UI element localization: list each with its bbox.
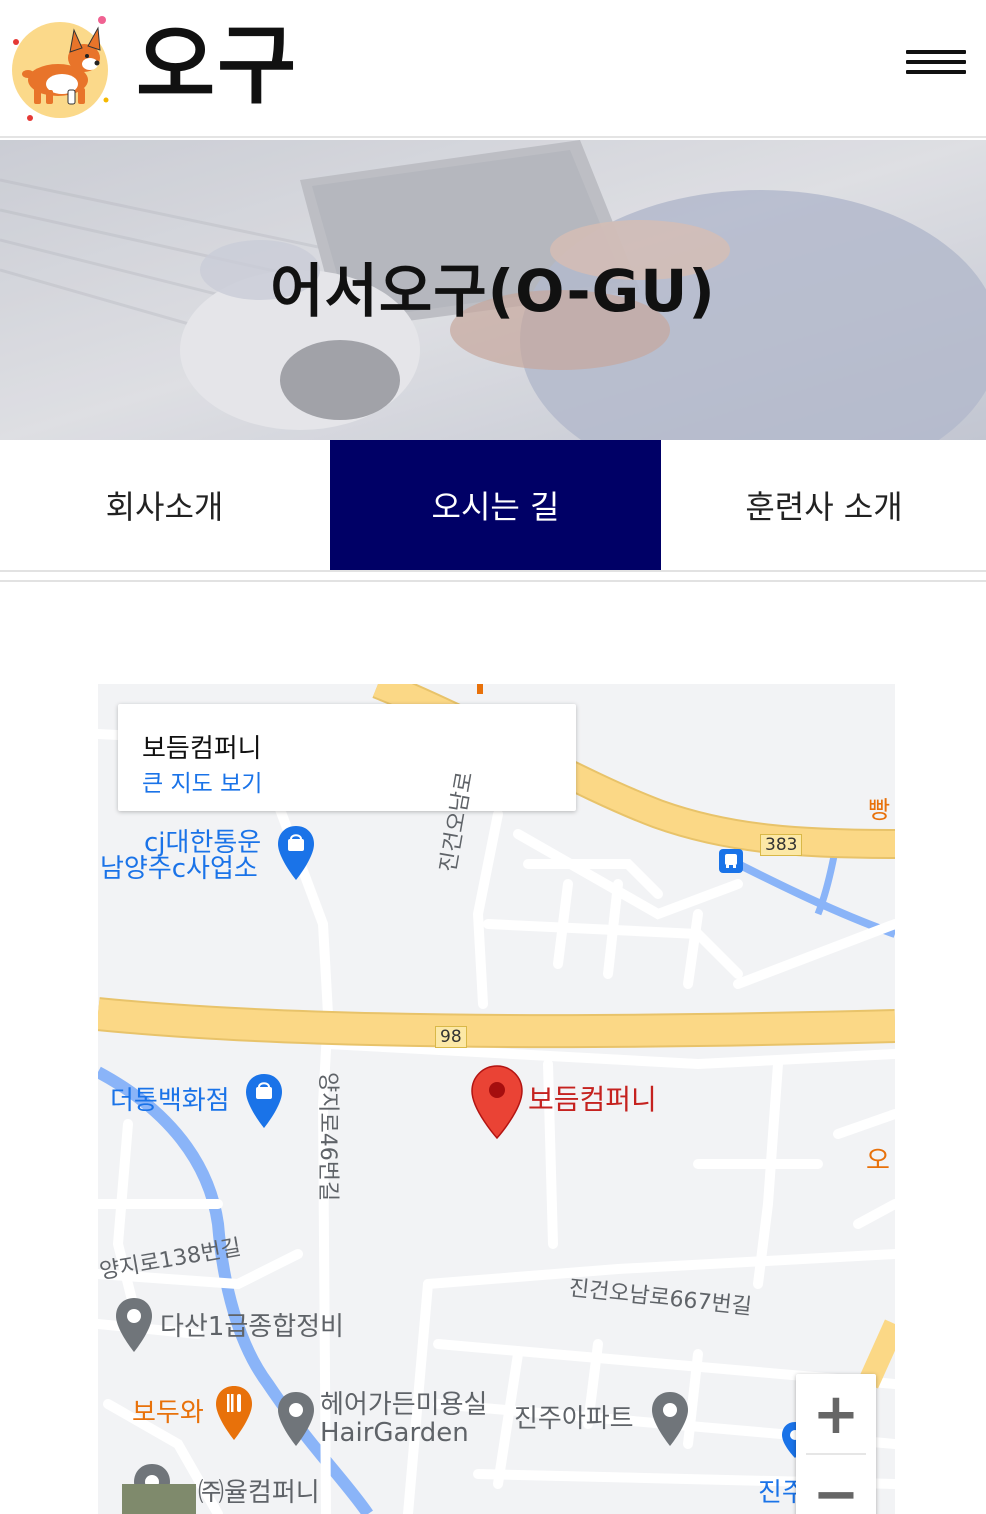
place-label-salon[interactable]: 헤어가든미용실 <box>320 1392 487 1418</box>
site-header: 오구 <box>0 0 986 138</box>
zoom-out-button[interactable]: − <box>796 1454 876 1514</box>
place-label-cj[interactable]: cj대한통운 <box>144 830 261 856</box>
marker-label[interactable]: 보듬컴퍼니 <box>528 1086 657 1114</box>
zoom-control: + − <box>796 1374 876 1514</box>
zoom-in-button[interactable]: + <box>796 1374 876 1454</box>
bus-stop-icon[interactable] <box>718 848 744 874</box>
place-label-restaurant[interactable]: 보두와 <box>132 1400 204 1426</box>
info-card-title: 보듬컴퍼니 <box>142 734 262 764</box>
route-98-shield: 98 <box>435 1026 467 1048</box>
place-pin-icon[interactable] <box>276 1390 316 1450</box>
place-label-apartment[interactable]: 진주아파트 <box>514 1406 634 1432</box>
place-label-cj-branch[interactable]: 남양주c사업소 <box>100 856 258 882</box>
place-label-company[interactable]: ㈜율컴퍼니 <box>198 1480 320 1506</box>
place-label-salon-en[interactable]: HairGarden <box>320 1420 469 1446</box>
place-pin-icon[interactable] <box>114 1296 154 1356</box>
brand-name[interactable]: 오구 <box>136 18 298 114</box>
section-divider <box>0 580 986 582</box>
place-label-department-store[interactable]: 더통백화점 <box>110 1088 230 1114</box>
embedded-map[interactable]: 보듬컴퍼니 큰 지도 보기 383 98 보듬컴퍼니 cj대한통운 남양주c사업… <box>98 684 895 1514</box>
tab-trainer-intro[interactable]: 훈련사 소개 <box>662 440 986 570</box>
hamburger-menu-icon[interactable] <box>904 44 968 80</box>
tab-company-intro[interactable]: 회사소개 <box>0 440 329 570</box>
tab-directions[interactable]: 오시는 길 <box>330 440 661 570</box>
hero-banner: 어서오구(O-GU) <box>0 140 986 440</box>
street-view-thumbnail[interactable] <box>122 1484 196 1514</box>
corgi-logo-icon[interactable] <box>10 14 114 124</box>
route-383-shield: 383 <box>760 834 803 856</box>
shopping-pin-icon[interactable] <box>244 1072 284 1132</box>
view-larger-map-link[interactable]: 큰 지도 보기 <box>142 764 262 798</box>
shopping-pin-icon[interactable] <box>276 824 316 884</box>
street-label-vertical-mid: 양지로46번길 <box>315 1072 340 1202</box>
tab-bar: 회사소개 오시는 길 훈련사 소개 <box>0 440 986 572</box>
restaurant-pin-icon[interactable] <box>214 1384 254 1444</box>
place-label-partial-right[interactable]: 오 <box>866 1148 890 1174</box>
place-label-bakery[interactable]: 빵 <box>868 798 890 822</box>
place-pin-icon[interactable] <box>650 1390 690 1450</box>
hero-title: 어서오구(O-GU) <box>270 257 716 325</box>
place-info-card: 보듬컴퍼니 큰 지도 보기 <box>118 704 576 811</box>
place-label-repair-shop[interactable]: 다산1급종합정비 <box>160 1314 344 1340</box>
location-marker-icon[interactable] <box>470 1064 524 1140</box>
